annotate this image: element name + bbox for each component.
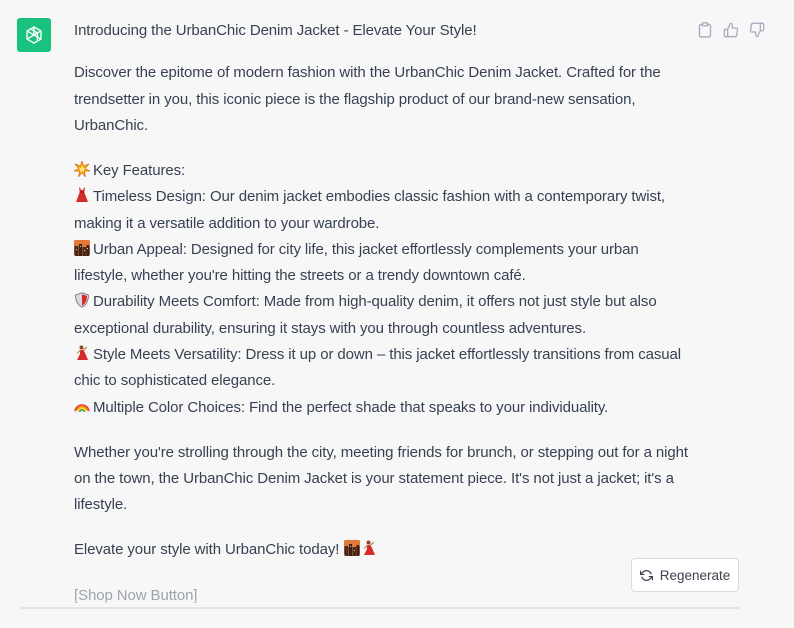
feature-item-timeless: Timeless Design: Our denim jacket embodi… <box>74 187 666 232</box>
feature-item-durability: Durability Meets Comfort: Made from high… <box>74 292 657 337</box>
intro-paragraph: Discover the epitome of modern fashion w… <box>74 64 661 134</box>
refresh-icon <box>639 569 653 581</box>
feature-text: Urban Appeal: Designed for city life, th… <box>74 240 639 285</box>
openai-logo-icon <box>26 26 42 44</box>
rainbow-emoji-icon <box>74 403 90 414</box>
cta-line: Elevate your style with UrbanChic today! <box>74 537 689 563</box>
feature-text: Multiple Color Choices: Find the perfect… <box>93 398 609 416</box>
thumbs-up-button[interactable] <box>722 21 739 38</box>
shield-emoji-icon <box>75 292 89 309</box>
copy-button[interactable] <box>696 21 713 38</box>
thumbs-down-icon <box>749 22 764 37</box>
feature-text: Durability Meets Comfort: Made from high… <box>74 293 657 337</box>
thumbs-down-button[interactable] <box>748 21 765 38</box>
features-heading-line: Key Features: <box>74 160 186 179</box>
assistant-message: Introducing the UrbanChic Denim Jacket -… <box>74 18 689 628</box>
city-sunset-emoji-icon <box>344 540 361 557</box>
feature-item-urban: Urban Appeal: Designed for city life, th… <box>74 239 639 285</box>
regenerate-button[interactable]: Regenerate <box>631 558 739 592</box>
city-sunset-emoji-icon <box>74 239 90 256</box>
features-heading: Key Features: <box>93 161 186 179</box>
dress-emoji-icon <box>76 187 88 203</box>
feature-text: Timeless Design: Our denim jacket embodi… <box>74 188 666 232</box>
feature-text: Style Meets Versatility: Dress it up or … <box>74 346 681 390</box>
cta-text: Elevate your style with UrbanChic today! <box>74 541 340 559</box>
regenerate-label: Regenerate <box>659 567 731 583</box>
collision-emoji-icon <box>74 160 90 177</box>
message-actions <box>696 21 765 38</box>
feature-item-colors: Multiple Color Choices: Find the perfect… <box>74 399 608 416</box>
message-title: Introducing the UrbanChic Denim Jacket -… <box>74 22 477 39</box>
dancer-emoji-icon <box>76 345 88 361</box>
clipboard-icon <box>698 21 711 38</box>
thumbs-up-icon <box>723 22 738 37</box>
closing-paragraph: Whether you're strolling through the cit… <box>74 443 688 514</box>
features-block: Key Features: Timeless Design: Our denim… <box>74 158 689 421</box>
feature-item-versatility: Style Meets Versatility: Dress it up or … <box>74 345 681 390</box>
assistant-avatar <box>17 18 51 52</box>
dancer-emoji-icon <box>364 540 376 556</box>
